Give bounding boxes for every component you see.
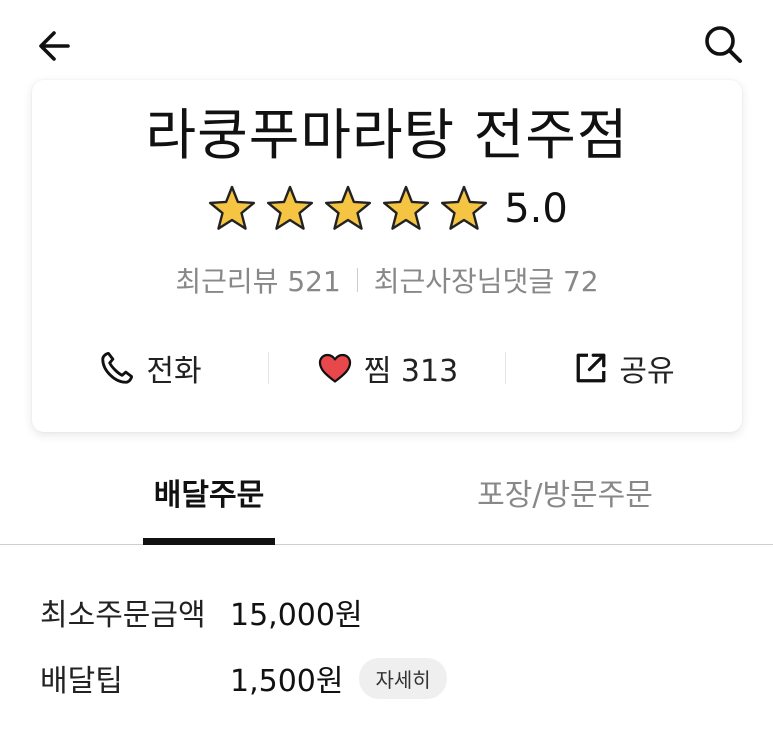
tab-delivery-label: 배달주문 xyxy=(153,478,265,513)
top-bar xyxy=(0,0,773,92)
star-rating xyxy=(206,183,490,235)
order-type-tabs: 배달주문 포장/방문주문 xyxy=(0,470,773,545)
like-button[interactable]: 찜 313 xyxy=(269,338,505,398)
star-icon xyxy=(383,185,430,230)
star-icon xyxy=(441,185,488,230)
star-icon xyxy=(325,185,372,230)
min-order-value: 15,000원 xyxy=(230,598,363,633)
rating-score: 5.0 xyxy=(504,186,568,232)
tab-pickup-label: 포장/방문주문 xyxy=(477,478,653,513)
back-button[interactable] xyxy=(30,22,78,70)
search-icon xyxy=(705,26,742,63)
share-label: 공유 xyxy=(619,354,675,389)
tab-pickup-order[interactable]: 포장/방문주문 xyxy=(460,470,670,544)
recent-reviews-count[interactable]: 최근리뷰 521 xyxy=(175,260,340,300)
delivery-tip-value: 1,500원 xyxy=(230,664,344,699)
owner-replies-count[interactable]: 최근사장님댓글 72 xyxy=(374,260,599,300)
store-info-card: 라쿵푸마라탕 전주점 5.0 최근리뷰 521 최근사장님댓글 72 전화 찜 … xyxy=(32,80,742,432)
share-button[interactable]: 공유 xyxy=(506,338,742,398)
store-actions: 전화 찜 313 공유 xyxy=(32,338,742,398)
min-order-row: 최소주문금액 15,000원 xyxy=(40,590,363,634)
like-count-label: 찜 313 xyxy=(363,354,459,389)
call-button[interactable]: 전화 xyxy=(32,338,268,398)
delivery-tip-label: 배달팁 xyxy=(40,664,123,699)
min-order-label: 최소주문금액 xyxy=(40,598,206,633)
heart-icon xyxy=(318,353,351,383)
delivery-tip-row: 배달팁 1,500원 자세히 xyxy=(40,656,447,700)
phone-icon xyxy=(101,352,134,384)
star-icon xyxy=(209,185,256,230)
rating-row: 5.0 xyxy=(32,183,742,235)
store-name: 라쿵푸마라탕 전주점 xyxy=(145,103,629,167)
tab-delivery-order[interactable]: 배달주문 xyxy=(143,470,275,545)
delivery-tip-detail-button[interactable]: 자세히 xyxy=(359,657,447,699)
active-tab-indicator xyxy=(143,538,275,545)
divider xyxy=(356,268,358,292)
search-button[interactable] xyxy=(699,20,747,68)
call-label: 전화 xyxy=(146,354,202,389)
share-icon xyxy=(576,353,606,383)
review-stats: 최근리뷰 521 최근사장님댓글 72 xyxy=(32,260,742,300)
star-icon xyxy=(267,185,314,230)
arrow-left-icon xyxy=(39,31,70,61)
